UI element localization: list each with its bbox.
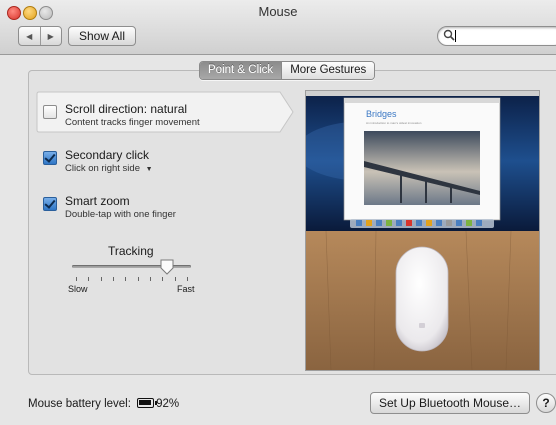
forward-arrow-icon: ▶ xyxy=(47,31,54,41)
slider-tick xyxy=(100,277,102,281)
slider-tick xyxy=(150,277,151,281)
battery-label: Mouse battery level: xyxy=(28,398,131,410)
slider-tick xyxy=(137,277,139,281)
tracking-slider-thumb[interactable] xyxy=(160,259,174,275)
option-title: Smart zoom xyxy=(65,194,130,208)
back-arrow-icon: ◀ xyxy=(26,31,33,41)
preview-doc-subtitle: An introduction to man's oldest innovati… xyxy=(366,121,422,125)
window-title: Mouse xyxy=(258,4,298,19)
help-button[interactable]: ? xyxy=(536,393,556,413)
tracking-max-label: Fast xyxy=(177,284,195,294)
tab-more-gestures[interactable]: More Gestures xyxy=(281,62,375,79)
battery-percentage: 92% xyxy=(156,398,180,410)
slider-tick xyxy=(162,277,164,281)
back-forward-group: ◀ ▶ xyxy=(18,26,62,46)
preview-doc-title: Bridges xyxy=(366,109,397,119)
secondary-click-dropdown[interactable]: Click on right side ▼ xyxy=(65,163,153,174)
gesture-preview-image: Bridges An introduction to man's oldest … xyxy=(305,90,540,371)
window-titlebar: Mouse ◀ ▶ Show All xyxy=(0,0,556,55)
forward-button[interactable]: ▶ xyxy=(39,27,62,45)
tab-point-and-click[interactable]: Point & Click xyxy=(200,62,282,79)
slider-tick xyxy=(76,277,77,281)
secondary-click-checkbox[interactable] xyxy=(43,151,57,165)
tab-control: Point & Click More Gestures xyxy=(199,61,376,80)
chevron-down-icon: ▼ xyxy=(145,166,153,173)
option-title: Scroll direction: natural xyxy=(65,102,188,116)
smart-zoom-checkbox[interactable] xyxy=(43,197,57,211)
search-field[interactable] xyxy=(437,26,556,46)
option-title: Secondary click xyxy=(65,148,150,162)
option-subtitle: Double-tap with one finger xyxy=(65,209,176,220)
battery-status: Mouse battery level: 92% xyxy=(28,398,179,410)
option-subtitle: Click on right side xyxy=(65,163,140,174)
slider-tick xyxy=(113,277,114,281)
search-icon xyxy=(443,29,455,41)
text-cursor xyxy=(455,30,456,42)
option-subtitle: Content tracks finger movement xyxy=(65,117,200,128)
setup-bluetooth-mouse-button[interactable]: Set Up Bluetooth Mouse… xyxy=(370,392,530,414)
tracking-min-label: Slow xyxy=(68,284,88,294)
slider-tick xyxy=(174,277,176,281)
slider-tick xyxy=(125,277,127,281)
slider-tick xyxy=(88,277,90,281)
battery-icon xyxy=(137,398,158,408)
show-all-button[interactable]: Show All xyxy=(68,26,136,46)
slider-tick xyxy=(187,277,188,281)
back-button[interactable]: ◀ xyxy=(19,27,40,45)
tracking-label: Tracking xyxy=(108,244,154,258)
scroll-direction-checkbox[interactable] xyxy=(43,105,57,119)
